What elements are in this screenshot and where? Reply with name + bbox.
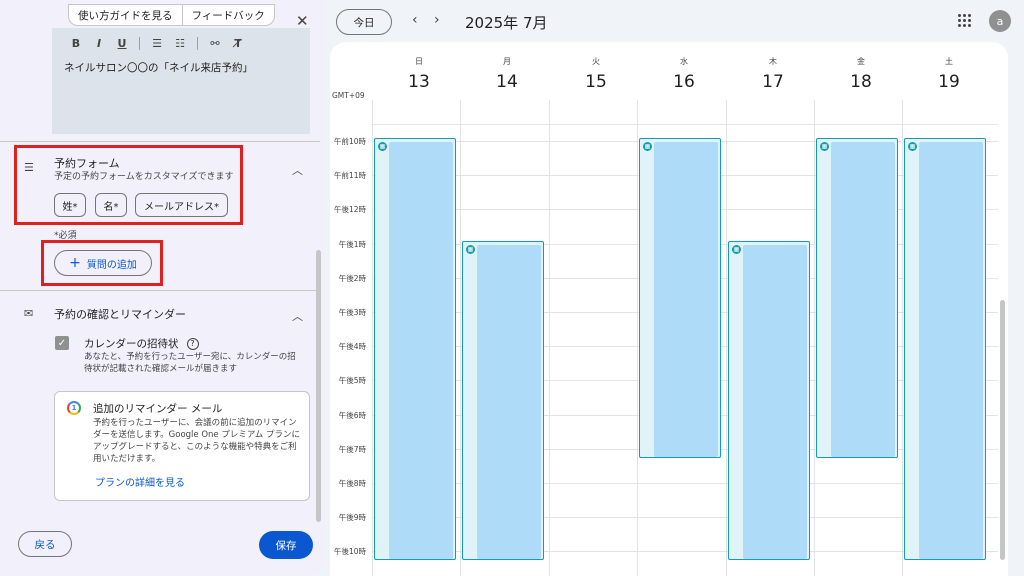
hour-label: 午後4時	[338, 342, 366, 352]
calendar-slot-icon: ▦	[732, 244, 741, 254]
description-editor[interactable]: B I U ☰ ☷ ⚯ T̸ ネイルサロン〇〇の「ネイル来店予約」	[52, 28, 310, 134]
extra-reminder-title: 追加のリマインダー メール	[93, 403, 223, 415]
today-button[interactable]: 今日	[336, 9, 392, 35]
italic-icon[interactable]: I	[93, 37, 105, 50]
guide-tab[interactable]: 使い方ガイドを見る	[69, 5, 182, 25]
header-divider	[372, 124, 998, 125]
column-divider	[372, 100, 373, 576]
bulleted-list-icon[interactable]: ☷	[174, 37, 186, 50]
column-divider	[726, 100, 727, 576]
availability-block[interactable]: ▦	[374, 138, 456, 561]
hour-label: 午後7時	[338, 444, 366, 454]
column-divider	[637, 100, 638, 576]
chevron-left-icon[interactable]: ‹	[412, 12, 418, 28]
apps-grid-icon[interactable]	[958, 14, 972, 28]
invite-title: カレンダーの招待状	[84, 338, 179, 350]
hour-label: 午後2時	[338, 273, 366, 283]
clear-format-icon[interactable]: T̸	[232, 37, 244, 50]
day-number[interactable]: 13	[399, 72, 439, 92]
panel-scrollbar[interactable]	[316, 250, 321, 522]
column-divider	[460, 100, 461, 576]
time-slot[interactable]	[389, 518, 453, 560]
calendar-slot-icon: ▦	[908, 142, 917, 151]
hour-label: 午後10時	[333, 547, 366, 557]
calendar-scrollbar[interactable]	[1000, 300, 1005, 560]
day-name: 金	[857, 57, 865, 66]
help-icon[interactable]: ?	[186, 337, 199, 350]
bold-icon[interactable]: B	[70, 37, 82, 50]
availability-block[interactable]: ▦	[639, 138, 721, 458]
calendar-slot-icon: ▦	[378, 142, 387, 151]
day-name: 木	[769, 57, 777, 66]
time-slot[interactable]	[919, 518, 983, 560]
time-slot[interactable]	[654, 415, 718, 457]
hour-label: 午後9時	[338, 513, 366, 523]
day-name: 土	[945, 57, 953, 66]
help-tabs: 使い方ガイドを見る フィードバック	[68, 4, 275, 26]
time-slot[interactable]	[477, 518, 541, 560]
reminders-title: 予約の確認とリマインダー	[54, 308, 186, 321]
chevron-up-icon[interactable]: ︿	[292, 162, 303, 178]
hour-label: 午前10時	[333, 137, 366, 146]
hour-label: 午後1時	[338, 239, 366, 249]
day-name: 火	[592, 57, 600, 66]
day-number[interactable]: 18	[841, 72, 881, 92]
avatar[interactable]: a	[989, 10, 1011, 32]
extra-reminder-card: 1 追加のリマインダー メール 予約を行ったユーザーに、会議の前に追加のリマイン…	[54, 391, 310, 501]
day-number[interactable]: 15	[576, 72, 616, 92]
toolbar-divider	[197, 36, 198, 50]
feedback-tab[interactable]: フィードバック	[181, 5, 274, 25]
chevron-right-icon[interactable]: ›	[434, 12, 440, 28]
highlight-booking-form	[14, 145, 243, 225]
day-name: 水	[680, 57, 688, 66]
day-number[interactable]: 19	[929, 72, 969, 92]
highlight-add-question	[41, 240, 163, 286]
numbered-list-icon[interactable]: ☰	[151, 37, 163, 50]
invite-checkbox[interactable]: ✓	[55, 336, 69, 350]
calendar-slot-icon: ▦	[820, 142, 829, 151]
extra-reminder-description: 予約を行ったユーザーに、会議の前に追加のリマインダーを送信します。Google …	[93, 418, 300, 464]
calendar-slot-icon: ▦	[466, 244, 475, 254]
hour-label: 午後12時	[333, 205, 366, 215]
day-name: 日	[415, 57, 423, 66]
calendar-slot-icon: ▦	[643, 142, 652, 151]
day-number[interactable]: 14	[487, 72, 527, 92]
underline-icon[interactable]: U	[116, 37, 128, 50]
availability-block[interactable]: ▦	[728, 240, 810, 561]
invite-row: カレンダーの招待状 ?	[84, 336, 199, 351]
divider	[0, 141, 320, 142]
availability-block[interactable]: ▦	[816, 138, 898, 458]
editor-toolbar: B I U ☰ ☷ ⚯ T̸	[52, 28, 310, 50]
column-divider	[549, 100, 550, 576]
hour-label: 午前11時	[333, 171, 366, 181]
hour-label: 午後6時	[338, 410, 366, 420]
timezone-label: GMT+09	[332, 91, 365, 100]
description-text: ネイルサロン〇〇の「ネイル来店予約」	[64, 62, 253, 74]
google-one-icon: 1	[67, 401, 81, 415]
hour-label: 午後8時	[338, 479, 366, 488]
chevron-up-icon[interactable]: ︿	[292, 308, 303, 324]
link-icon[interactable]: ⚯	[209, 37, 221, 50]
mail-icon: ✉	[24, 307, 34, 320]
day-name: 月	[503, 57, 511, 66]
day-number[interactable]: 17	[753, 72, 793, 92]
time-slot[interactable]	[743, 518, 807, 560]
column-divider	[902, 100, 903, 576]
column-divider	[814, 100, 815, 576]
toolbar-divider	[139, 36, 140, 50]
back-button[interactable]: 戻る	[18, 531, 72, 557]
hour-label: 午後3時	[338, 308, 366, 317]
availability-block[interactable]: ▦	[462, 240, 544, 561]
hour-label: 午後5時	[338, 376, 366, 386]
month-title: 2025年 7月	[465, 14, 548, 32]
save-button[interactable]: 保存	[259, 531, 313, 559]
invite-description: あなたと、予約を行ったユーザー宛に、カレンダーの招待状が記載された確認メールが届…	[84, 352, 296, 374]
time-slot[interactable]	[831, 415, 895, 457]
plan-details-link[interactable]: プランの詳細を見る	[95, 474, 185, 489]
day-number[interactable]: 16	[664, 72, 704, 92]
divider	[0, 290, 320, 291]
booking-settings-panel: 使い方ガイドを見る フィードバック ✕ B I U ☰ ☷ ⚯ T̸ ネイルサロ…	[0, 0, 326, 576]
availability-block[interactable]: ▦	[904, 138, 986, 561]
